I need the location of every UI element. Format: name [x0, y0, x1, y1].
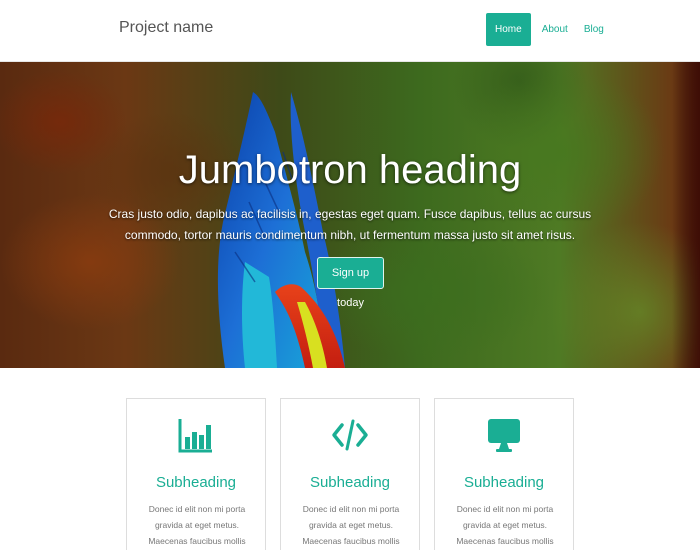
jumbotron-edge-shadow [672, 62, 700, 368]
nav-link-about[interactable]: About [534, 13, 576, 46]
jumbotron: Jumbotron heading Cras justo odio, dapib… [0, 62, 700, 368]
feature-text: Donec id elit non mi porta gravida at eg… [302, 504, 400, 546]
jumbotron-heading: Jumbotron heading [178, 148, 522, 192]
feature-card: Subheading Donec id elit non mi porta gr… [280, 398, 420, 550]
feature-text: Donec id elit non mi porta gravida at eg… [456, 504, 554, 546]
nav-links: Home About Blog [486, 13, 612, 46]
brand-name[interactable]: Project name [119, 19, 213, 37]
navbar: Project name Home About Blog [0, 0, 700, 62]
nav-link-blog[interactable]: Blog [576, 13, 612, 46]
feature-subheading: Subheading [309, 474, 391, 491]
sign-up-button[interactable]: Sign up today [317, 257, 384, 309]
feature-card: Subheading Donec id elit non mi porta gr… [434, 398, 574, 550]
feature-card: Subheading Donec id elit non mi porta gr… [126, 398, 266, 550]
nav-link-home[interactable]: Home [486, 13, 531, 46]
monitor-icon [488, 419, 520, 452]
feature-subheading: Subheading [463, 474, 545, 491]
jumbotron-text: Cras justo odio, dapibus ac facilisis in… [108, 207, 592, 242]
code-icon [332, 419, 368, 451]
bar-chart-icon [178, 419, 212, 453]
feature-text: Donec id elit non mi porta gravida at eg… [148, 504, 246, 546]
feature-subheading: Subheading [155, 474, 237, 491]
